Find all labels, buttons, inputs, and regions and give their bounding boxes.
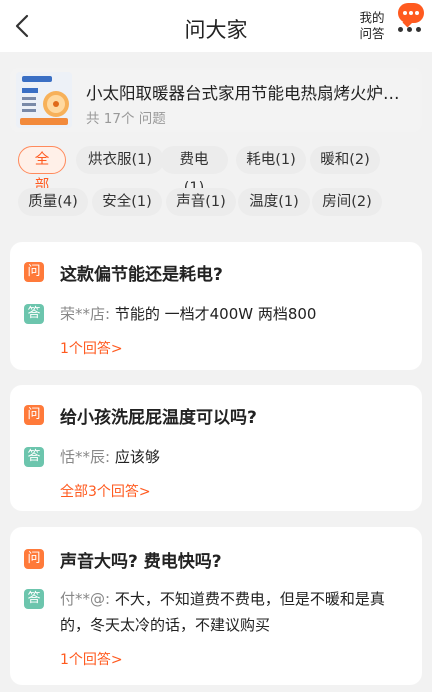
my-qa-label-line2: 问答 <box>359 26 385 41</box>
answer-text: 应该够 <box>114 448 160 466</box>
answer-user: 荣**店: <box>60 305 111 323</box>
tag-sound[interactable]: 声音(1) <box>166 188 236 216</box>
question-badge: 问 <box>24 262 44 282</box>
my-qa-button[interactable]: 我的 问答 <box>356 10 388 42</box>
question-badge: 问 <box>24 549 44 569</box>
question-text: 声音大吗? 费电快吗? <box>60 552 222 572</box>
tag-temperature[interactable]: 温度(1) <box>238 188 310 216</box>
replies-link[interactable]: 1个回答> <box>60 649 123 669</box>
message-bubble-icon <box>398 3 424 23</box>
answer-badge: 答 <box>24 304 44 324</box>
answer-content: 付**@: 不大，不知道费不费电，但是不暖和是真的，冬天太冷的话，不建议购买 <box>60 586 410 638</box>
tag-safety[interactable]: 安全(1) <box>92 188 162 216</box>
product-title: 小太阳取暖器台式家用节能电热扇烤火炉… <box>86 84 400 103</box>
question-card[interactable]: 问 声音大吗? 费电快吗? 答 付**@: 不大，不知道费不费电，但是不暖和是真… <box>10 527 422 685</box>
answer-text: 节能的 一档才400W 两档800 <box>114 305 317 323</box>
replies-link[interactable]: 全部3个回答> <box>60 481 151 501</box>
question-text: 这款偏节能还是耗电? <box>60 265 223 285</box>
answer-badge: 答 <box>24 589 44 609</box>
question-text: 给小孩洗屁屁温度可以吗? <box>60 408 257 428</box>
tag-room[interactable]: 房间(2) <box>312 188 382 216</box>
more-icon[interactable] <box>392 1 428 37</box>
more-dots-icon <box>398 27 422 33</box>
tag-warm[interactable]: 暖和(2) <box>310 146 380 174</box>
question-card[interactable]: 问 这款偏节能还是耗电? 答 荣**店: 节能的 一档才400W 两档800 1… <box>10 242 422 370</box>
answer-content: 荣**店: 节能的 一档才400W 两档800 <box>60 301 410 327</box>
filter-tags: 全部 烘衣服(1) 费电(1) 耗电(1) 暖和(2) 质量(4) 安全(1) … <box>14 142 424 222</box>
tag-dry-clothes[interactable]: 烘衣服(1) <box>76 146 164 174</box>
question-count: 共 17个 问题 <box>86 111 166 127</box>
product-summary[interactable]: 小太阳取暖器台式家用节能电热扇烤火炉… 共 17个 问题 <box>10 68 422 132</box>
product-thumbnail <box>16 72 72 128</box>
answer-user: 付**@: <box>60 590 111 608</box>
answer-user: 恬**辰: <box>60 448 111 466</box>
question-card[interactable]: 问 给小孩洗屁屁温度可以吗? 答 恬**辰: 应该够 全部3个回答> <box>10 385 422 511</box>
my-qa-label-line1: 我的 <box>359 10 385 25</box>
tag-quality[interactable]: 质量(4) <box>18 188 88 216</box>
tag-power-cost[interactable]: 费电(1) <box>160 146 228 196</box>
answer-badge: 答 <box>24 447 44 467</box>
replies-link[interactable]: 1个回答> <box>60 338 123 358</box>
tag-power-consumption[interactable]: 耗电(1) <box>236 146 306 174</box>
question-badge: 问 <box>24 405 44 425</box>
tag-all[interactable]: 全部 <box>18 146 66 194</box>
top-nav-bar: 问大家 我的 问答 <box>0 0 432 52</box>
answer-content: 恬**辰: 应该够 <box>60 444 410 470</box>
